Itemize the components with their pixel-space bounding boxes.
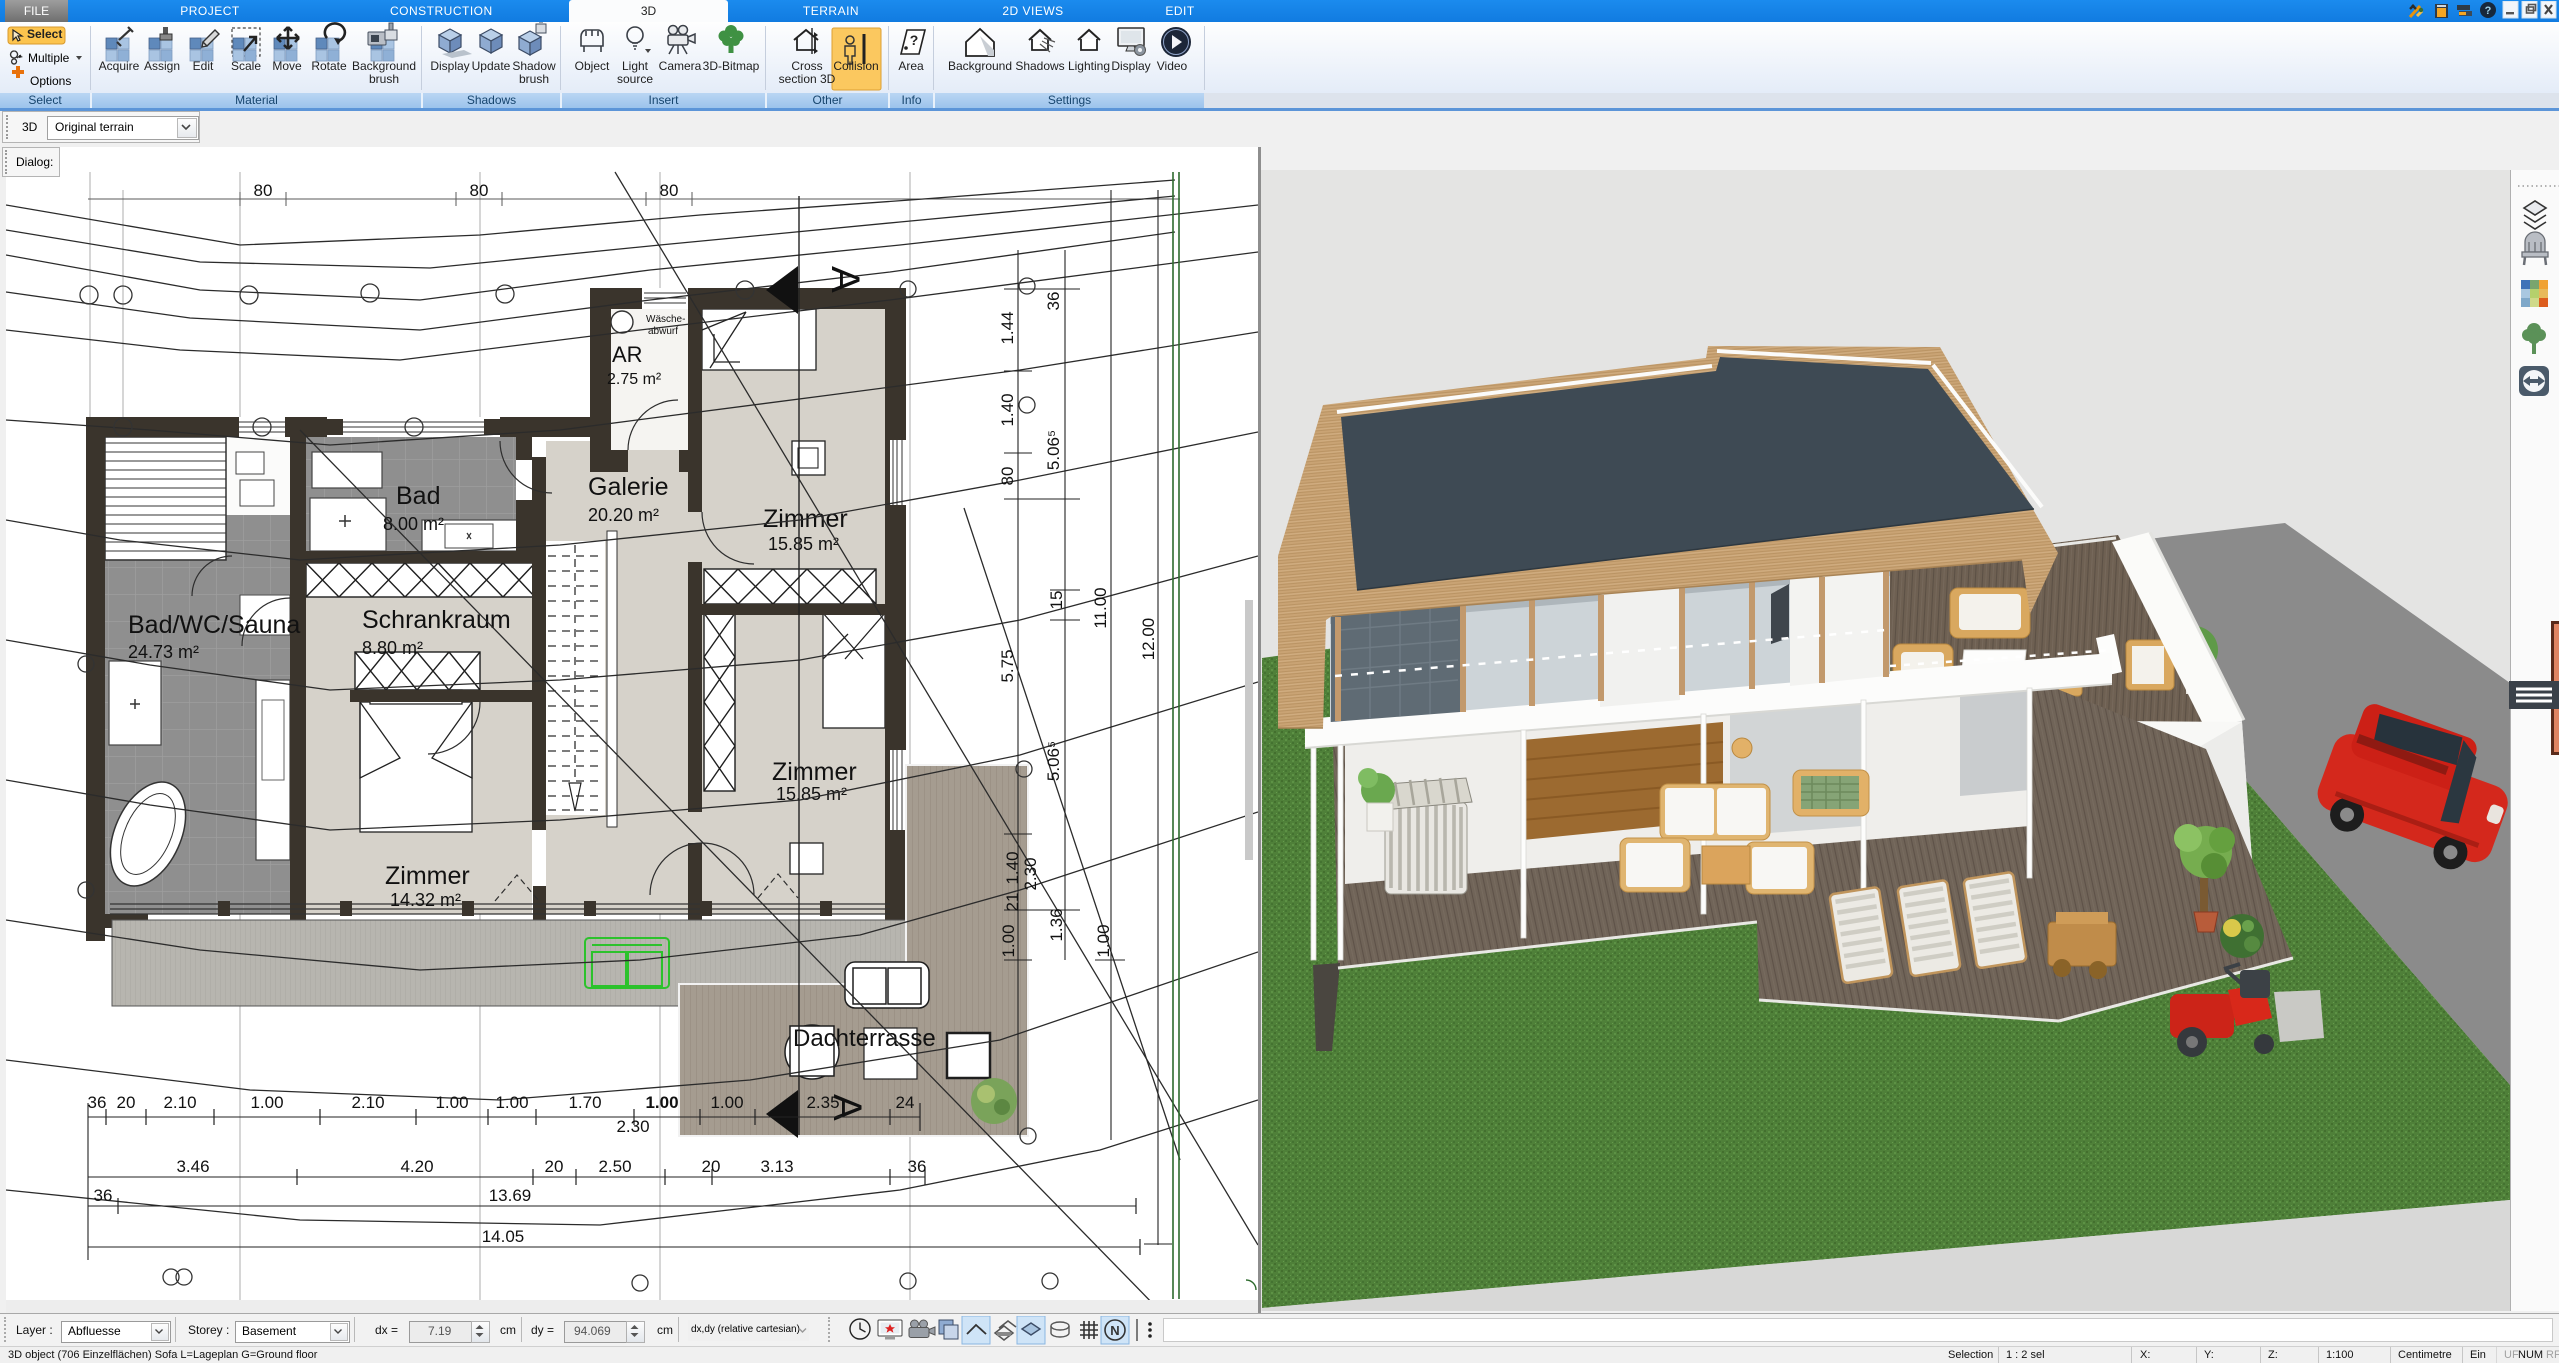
svg-text:15.85 m²: 15.85 m² [768,534,839,554]
svg-text:80: 80 [660,181,679,200]
svg-text:24.73 m²: 24.73 m² [128,642,199,662]
svg-text:1.00: 1.00 [435,1093,468,1112]
svg-text:A: A [823,266,867,293]
svg-text:80: 80 [254,181,273,200]
svg-text:Zimmer: Zimmer [385,862,470,890]
svg-text:1.00: 1.00 [999,924,1018,957]
svg-text:2.30: 2.30 [1021,857,1040,890]
svg-text:1.70: 1.70 [568,1093,601,1112]
svg-text:1.40: 1.40 [1003,851,1022,884]
svg-text:2.30: 2.30 [616,1117,649,1136]
svg-text:Galerie: Galerie [588,473,669,501]
svg-text:80: 80 [998,467,1017,486]
svg-text:Bad/WC/Sauna: Bad/WC/Sauna [128,611,300,639]
svg-text:Dachterrasse: Dachterrasse [793,1025,936,1052]
svg-text:1.00: 1.00 [250,1093,283,1112]
svg-text:14.32 m²: 14.32 m² [390,890,461,910]
svg-text:14.05: 14.05 [482,1227,525,1246]
svg-text:3.13: 3.13 [760,1157,793,1176]
svg-text:Schrankraum: Schrankraum [362,606,511,634]
svg-text:36: 36 [908,1157,927,1176]
svg-text:2.10: 2.10 [163,1093,196,1112]
svg-text:?: ? [910,32,919,48]
svg-text:5.75: 5.75 [998,649,1017,682]
svg-text:11.00: 11.00 [1091,587,1110,628]
svg-text:5.06⁵: 5.06⁵ [1044,741,1063,781]
svg-text:15: 15 [1047,591,1066,610]
svg-text:4.20: 4.20 [400,1157,433,1176]
svg-text:3.46: 3.46 [176,1157,209,1176]
svg-text:1.00: 1.00 [710,1093,743,1112]
svg-text:80: 80 [470,181,489,200]
svg-text:5.06⁵: 5.06⁵ [1044,430,1063,470]
svg-text:N: N [1110,1323,1119,1338]
svg-text:20.20 m²: 20.20 m² [588,505,659,525]
svg-text:1.40: 1.40 [998,393,1017,426]
svg-text:Bad: Bad [396,482,440,510]
svg-text:20: 20 [117,1093,136,1112]
svg-text:Zimmer: Zimmer [772,758,857,786]
svg-text:1.00: 1.00 [1094,924,1113,957]
svg-text:36: 36 [88,1093,107,1112]
svg-text:20: 20 [545,1157,564,1176]
svg-text:12.00: 12.00 [1139,618,1158,661]
svg-text:20: 20 [702,1157,721,1176]
svg-text:?: ? [2485,5,2492,17]
svg-text:1.44: 1.44 [998,311,1017,344]
svg-text:2.75 m²: 2.75 m² [607,371,662,388]
svg-text:1.00: 1.00 [495,1093,528,1112]
svg-text:2.10: 2.10 [351,1093,384,1112]
svg-text:24: 24 [896,1093,915,1112]
svg-text:36: 36 [1044,292,1063,311]
svg-text:13.69: 13.69 [489,1186,532,1205]
svg-text:Wäsche-: Wäsche- [646,314,685,325]
svg-text:8.80 m²: 8.80 m² [362,638,423,658]
svg-text:1.00: 1.00 [645,1093,678,1112]
svg-text:1.36: 1.36 [1047,908,1066,941]
svg-text:36: 36 [94,1186,113,1205]
svg-text:2.50: 2.50 [598,1157,631,1176]
svg-text:2.35: 2.35 [806,1093,839,1112]
svg-text:21: 21 [1003,893,1022,912]
svg-text:AR: AR [612,342,643,367]
